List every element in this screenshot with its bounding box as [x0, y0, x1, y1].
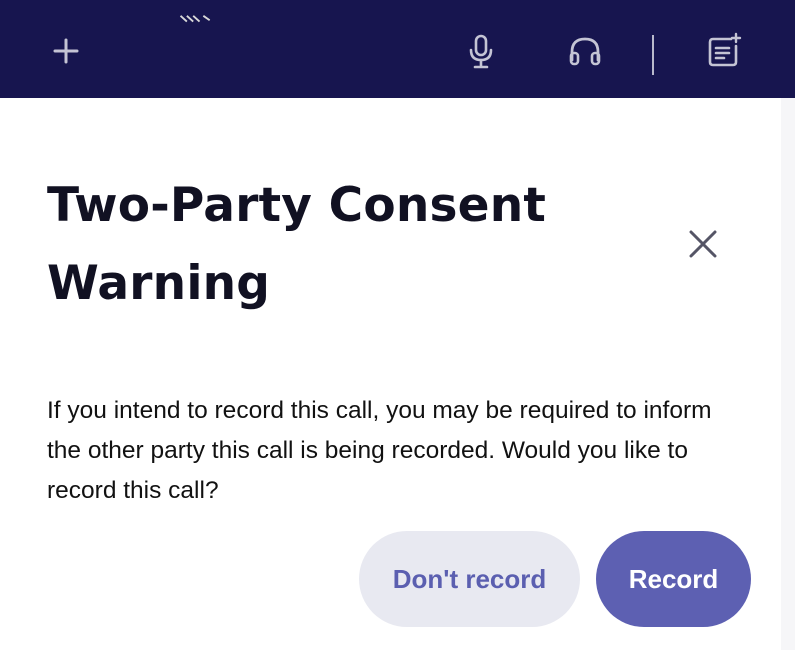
microphone-icon [469, 34, 493, 69]
headphones-icon [569, 37, 601, 66]
notes-icon [708, 32, 742, 67]
dialog-title: Two-Party Consent Warning [47, 178, 547, 311]
dont-record-button[interactable]: Don't record [359, 531, 580, 627]
toolbar-divider [652, 35, 654, 75]
record-button[interactable]: Record [596, 531, 751, 627]
top-toolbar [0, 0, 795, 98]
notes-button[interactable] [705, 32, 743, 70]
plus-icon [53, 38, 79, 64]
microphone-button[interactable] [462, 32, 500, 70]
close-icon [689, 230, 717, 258]
dialog-side-edge [781, 98, 795, 650]
add-button[interactable] [47, 32, 85, 70]
scribble-decoration [179, 15, 211, 23]
headphones-button[interactable] [566, 32, 604, 70]
close-button[interactable] [683, 224, 723, 264]
dialog-message: If you intend to record this call, you m… [47, 397, 712, 504]
